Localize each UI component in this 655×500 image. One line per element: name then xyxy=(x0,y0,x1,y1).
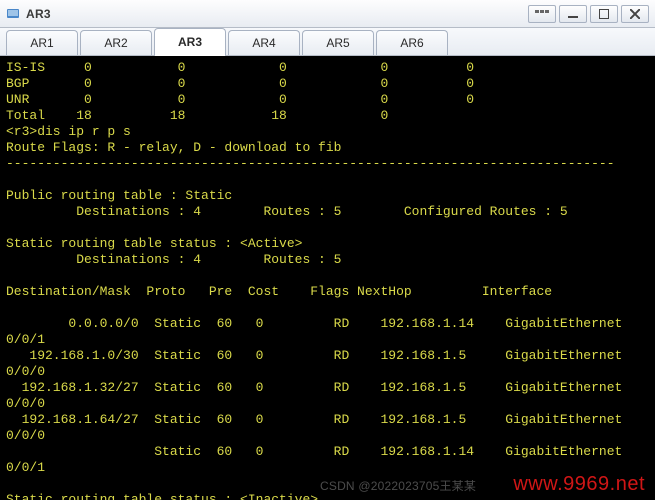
tab-ar3[interactable]: AR3 xyxy=(154,28,226,55)
tab-ar1[interactable]: AR1 xyxy=(6,30,78,55)
terminal-output[interactable]: IS-IS 0 0 0 0 0 BGP 0 0 0 0 0 UNR 0 0 0 … xyxy=(0,56,655,500)
tab-ar2[interactable]: AR2 xyxy=(80,30,152,55)
tab-ar6[interactable]: AR6 xyxy=(376,30,448,55)
tab-ar5[interactable]: AR5 xyxy=(302,30,374,55)
options-button[interactable] xyxy=(528,5,556,23)
minimize-button[interactable] xyxy=(559,5,587,23)
tab-row: AR1 AR2 AR3 AR4 AR5 AR6 xyxy=(0,28,655,56)
window-title: AR3 xyxy=(26,7,51,21)
tab-ar4[interactable]: AR4 xyxy=(228,30,300,55)
maximize-button[interactable] xyxy=(590,5,618,23)
app-icon xyxy=(6,7,20,21)
close-button[interactable] xyxy=(621,5,649,23)
title-bar: AR3 xyxy=(0,0,655,28)
